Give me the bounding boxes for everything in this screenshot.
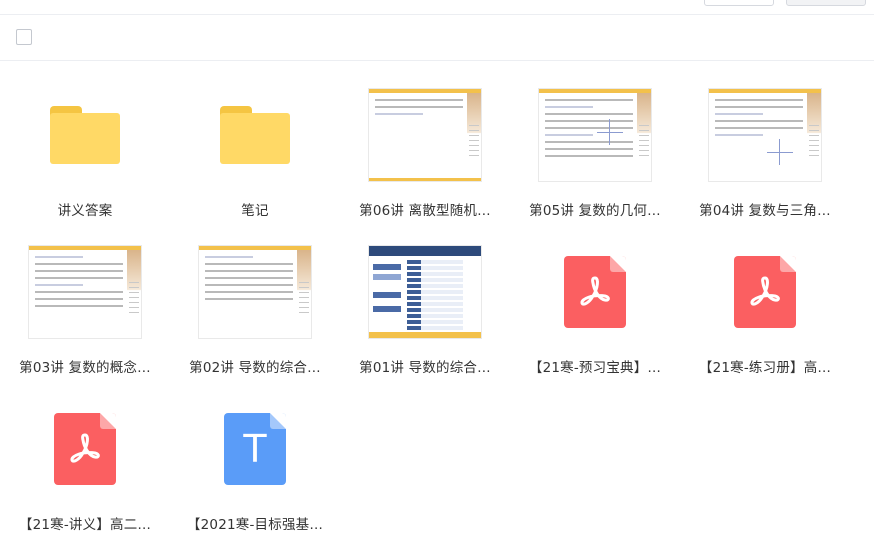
select-all-checkbox[interactable] — [16, 29, 32, 45]
file-name: 【21寒-练习册】高… — [698, 360, 832, 376]
file-item-folder-answers[interactable]: 讲义答案 — [0, 75, 170, 230]
file-item-lecture-06[interactable]: 第06讲 离散型随机… — [340, 75, 510, 230]
pdf-file-icon — [54, 413, 116, 485]
toolbar-button-left[interactable] — [704, 0, 774, 6]
document-preview — [199, 246, 311, 338]
document-preview — [709, 89, 821, 181]
file-item-preview-guide-pdf[interactable]: 【21寒-预习宝典】… — [510, 232, 680, 387]
document-preview — [539, 89, 651, 181]
folder-icon — [50, 106, 120, 164]
select-bar — [0, 14, 874, 61]
folder-icon — [220, 106, 290, 164]
file-name: 第01讲 导数的综合… — [359, 360, 491, 376]
text-file-icon: T — [224, 413, 286, 485]
file-name: 第04讲 复数与三角… — [699, 203, 831, 219]
file-item-lecture-04[interactable]: 第04讲 复数与三角… — [680, 75, 850, 230]
document-preview — [29, 246, 141, 338]
pdf-file-icon — [564, 256, 626, 328]
file-name: 第05讲 复数的几何… — [529, 203, 661, 219]
file-name: 第02讲 导数的综合… — [189, 360, 321, 376]
file-item-folder-notes[interactable]: 笔记 — [170, 75, 340, 230]
file-item-lecture-01[interactable]: 第01讲 导数的综合… — [340, 232, 510, 387]
file-name: 【21寒-讲义】高二… — [18, 517, 152, 533]
file-name: 笔记 — [241, 203, 269, 219]
text-file-letter: T — [243, 427, 267, 471]
file-name: 第03讲 复数的概念… — [19, 360, 151, 376]
file-item-lecture-05[interactable]: 第05讲 复数的几何… — [510, 75, 680, 230]
file-item-lecture-notes-pdf[interactable]: 【21寒-讲义】高二… — [0, 389, 170, 544]
document-preview — [369, 89, 481, 181]
file-item-target-text[interactable]: T 【2021寒-目标强基… — [170, 389, 340, 544]
file-item-lecture-03[interactable]: 第03讲 复数的概念… — [0, 232, 170, 387]
file-name: 【21寒-预习宝典】… — [528, 360, 662, 376]
file-name: 讲义答案 — [57, 203, 113, 219]
file-item-lecture-02[interactable]: 第02讲 导数的综合… — [170, 232, 340, 387]
file-name: 第06讲 离散型随机… — [359, 203, 491, 219]
pdf-file-icon — [734, 256, 796, 328]
file-name: 【2021寒-目标强基… — [186, 517, 324, 533]
top-toolbar — [0, 0, 874, 15]
toolbar-button-right[interactable] — [786, 0, 866, 6]
document-preview — [369, 246, 481, 338]
file-item-workbook-pdf[interactable]: 【21寒-练习册】高… — [680, 232, 850, 387]
